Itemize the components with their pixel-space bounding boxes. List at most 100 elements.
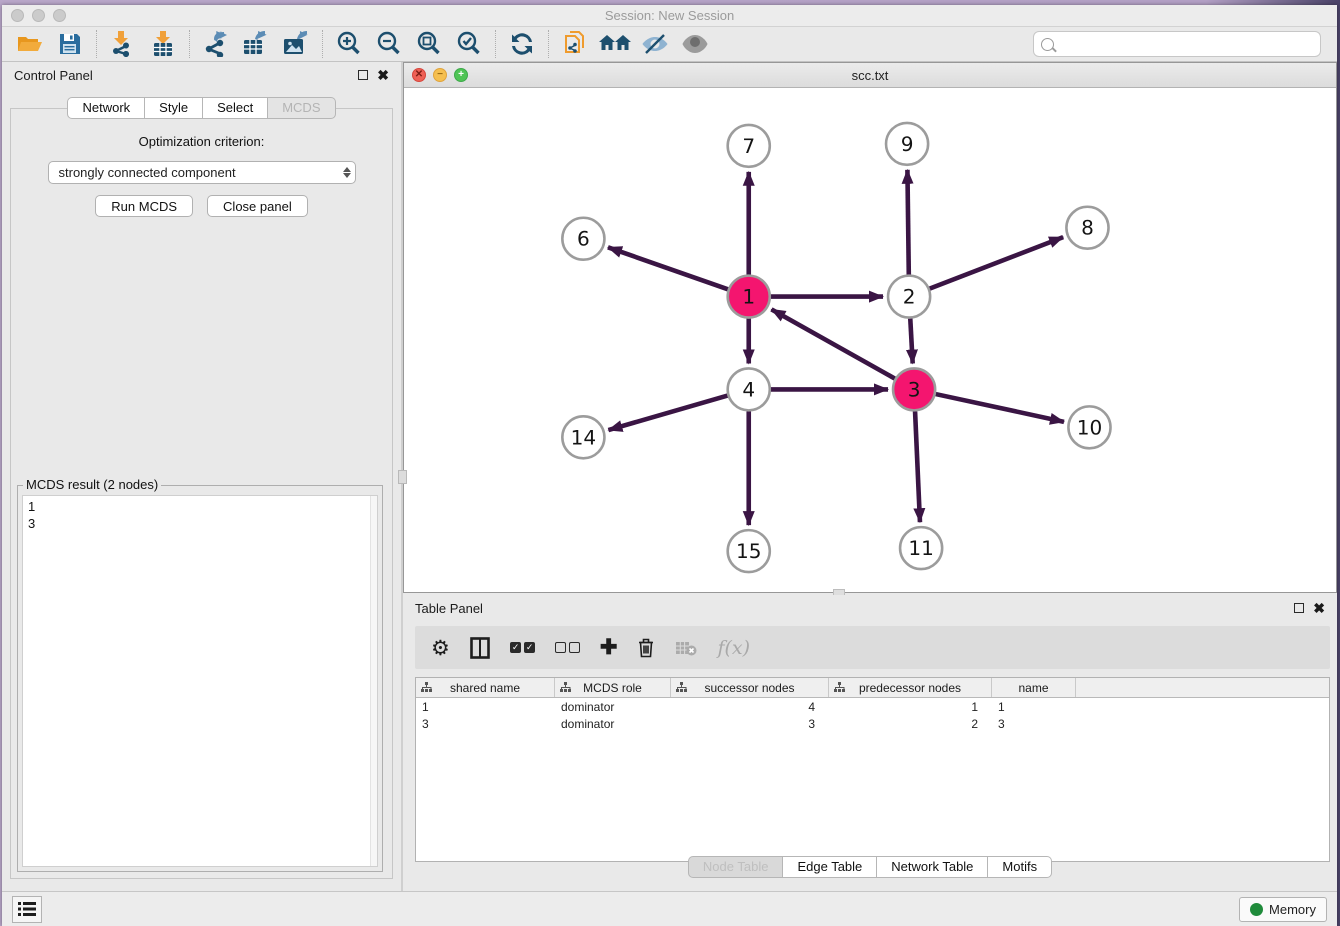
- save-session-button[interactable]: [50, 29, 90, 59]
- tab-network[interactable]: Network: [67, 97, 145, 119]
- zoom-in-icon: [336, 31, 362, 57]
- table-toolbar: ⚙ ✚ f(x): [415, 626, 1330, 669]
- graph-node-6[interactable]: 6: [562, 218, 604, 260]
- columns-icon: [470, 637, 490, 659]
- eye-icon: [681, 34, 709, 54]
- tab-network-table[interactable]: Network Table: [877, 856, 988, 878]
- graph-edge-3-1[interactable]: [771, 309, 894, 378]
- run-mcds-button[interactable]: Run MCDS: [95, 195, 193, 217]
- graph-node-4[interactable]: 4: [728, 368, 770, 410]
- minimize-window-icon[interactable]: [32, 9, 45, 22]
- table-cell: 2: [829, 717, 992, 731]
- column-header-shared-name[interactable]: shared name: [416, 678, 555, 697]
- close-window-icon[interactable]: [11, 9, 24, 22]
- column-header-MCDS-role[interactable]: MCDS role: [555, 678, 671, 697]
- graph-node-label: 2: [903, 285, 916, 309]
- column-label: name: [1018, 681, 1048, 695]
- hide-selected-button[interactable]: [635, 29, 675, 59]
- table-row[interactable]: 1dominator411: [416, 698, 1329, 715]
- function-builder-icon[interactable]: f(x): [717, 637, 750, 659]
- column-type-icon: [421, 682, 432, 693]
- zoom-fit-icon: [416, 31, 442, 57]
- graph-node-7[interactable]: 7: [728, 125, 770, 167]
- tab-motifs[interactable]: Motifs: [988, 856, 1052, 878]
- vertical-splitter-handle[interactable]: [398, 470, 407, 484]
- graph-node-1[interactable]: 1: [728, 276, 770, 318]
- home-button[interactable]: [595, 29, 635, 59]
- tab-style[interactable]: Style: [145, 97, 203, 119]
- float-panel-icon[interactable]: [358, 70, 368, 80]
- memory-button[interactable]: Memory: [1239, 897, 1327, 922]
- zoom-out-button[interactable]: [369, 29, 409, 59]
- open-session-button[interactable]: [10, 29, 50, 59]
- graph-node-15[interactable]: 15: [728, 530, 770, 572]
- import-network-button[interactable]: [103, 29, 143, 59]
- graph-edge-4-14[interactable]: [608, 396, 727, 431]
- result-scrollbar[interactable]: [370, 496, 377, 866]
- graph-node-10[interactable]: 10: [1068, 406, 1110, 448]
- export-table-button[interactable]: [236, 29, 276, 59]
- delete-table-icon[interactable]: [675, 640, 697, 656]
- zoom-in-button[interactable]: [329, 29, 369, 59]
- add-column-icon[interactable]: ✚: [600, 635, 618, 660]
- graph-edge-2-9[interactable]: [907, 170, 908, 275]
- graph-edge-2-8[interactable]: [930, 237, 1064, 289]
- zoom-selected-button[interactable]: [449, 29, 489, 59]
- float-table-panel-icon[interactable]: [1294, 603, 1304, 613]
- zoom-fit-button[interactable]: [409, 29, 449, 59]
- graph-edge-3-11[interactable]: [915, 411, 920, 522]
- network-maximize-icon[interactable]: +: [454, 68, 468, 82]
- delete-column-icon[interactable]: [637, 637, 655, 659]
- refresh-button[interactable]: [502, 29, 542, 59]
- graph-node-8[interactable]: 8: [1066, 207, 1108, 249]
- export-image-button[interactable]: [276, 29, 316, 59]
- column-header-predecessor-nodes[interactable]: predecessor nodes: [829, 678, 992, 697]
- network-close-icon[interactable]: ✕: [412, 68, 426, 82]
- tab-select[interactable]: Select: [203, 97, 268, 119]
- graph-node-label: 4: [742, 377, 755, 401]
- criterion-dropdown[interactable]: strongly connected component: [48, 161, 356, 184]
- column-header-name[interactable]: name: [992, 678, 1076, 697]
- network-canvas[interactable]: 7 9 6 8 1 2 4 3 14 10 15 11: [404, 88, 1336, 592]
- column-header-successor-nodes[interactable]: successor nodes: [671, 678, 829, 697]
- tab-edge-table[interactable]: Edge Table: [783, 856, 877, 878]
- graph-node-9[interactable]: 9: [886, 123, 928, 165]
- graph-edge-2-3[interactable]: [910, 319, 912, 364]
- column-visibility-icon[interactable]: [470, 637, 490, 659]
- maximize-window-icon[interactable]: [53, 9, 66, 22]
- graph-node-3[interactable]: 3: [893, 368, 935, 410]
- memory-label: Memory: [1269, 902, 1316, 917]
- table-panel-header: Table Panel ✖: [403, 595, 1337, 621]
- graph-edge-1-6[interactable]: [608, 247, 728, 289]
- show-all-button[interactable]: [675, 29, 715, 59]
- tab-mcds[interactable]: MCDS: [268, 97, 335, 119]
- graph-node-2[interactable]: 2: [888, 276, 930, 318]
- select-all-rows-icon[interactable]: [510, 642, 535, 653]
- graph-node-14[interactable]: 14: [562, 416, 604, 458]
- search-input[interactable]: [1059, 37, 1313, 52]
- export-network-button[interactable]: [196, 29, 236, 59]
- import-table-button[interactable]: [143, 29, 183, 59]
- task-history-button[interactable]: [12, 896, 42, 923]
- close-panel-button[interactable]: Close panel: [207, 195, 308, 217]
- network-minimize-icon[interactable]: −: [433, 68, 447, 82]
- close-table-panel-icon[interactable]: ✖: [1313, 601, 1325, 615]
- tab-node-table[interactable]: Node Table: [688, 856, 784, 878]
- mcds-result-group: MCDS result (2 nodes) 1 3: [17, 485, 383, 872]
- mcds-result-text[interactable]: 1 3: [22, 495, 378, 867]
- graph-edge-3-10[interactable]: [936, 394, 1064, 422]
- search-field[interactable]: [1033, 31, 1321, 57]
- deselect-all-rows-icon[interactable]: [555, 642, 580, 653]
- network-graph: 7 9 6 8 1 2 4 3 14 10 15 11: [404, 88, 1336, 592]
- import-table-icon: [151, 31, 175, 57]
- close-panel-icon[interactable]: ✖: [377, 68, 389, 82]
- dropdown-chevrons-icon: [343, 167, 351, 178]
- network-window-titlebar[interactable]: ✕ − + scc.txt: [404, 63, 1336, 88]
- table-cell: dominator: [555, 717, 671, 731]
- duplicate-network-button[interactable]: [555, 29, 595, 59]
- eye-slash-icon: [641, 33, 669, 55]
- table-options-gear-icon[interactable]: ⚙: [431, 636, 450, 660]
- control-panel-header: Control Panel ✖: [2, 62, 401, 88]
- graph-node-11[interactable]: 11: [900, 527, 942, 569]
- table-row[interactable]: 3dominator323: [416, 715, 1329, 732]
